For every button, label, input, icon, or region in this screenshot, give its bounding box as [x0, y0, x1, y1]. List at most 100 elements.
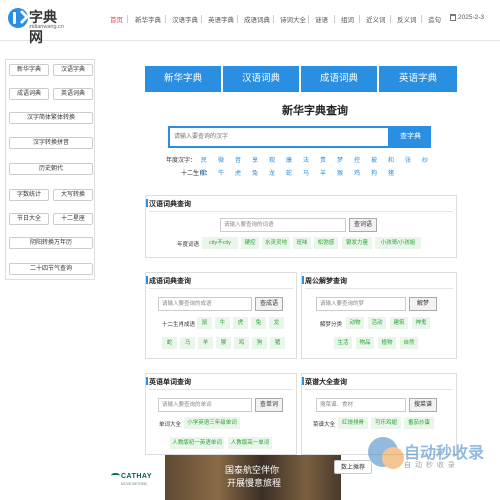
year-char[interactable]: 纱 — [422, 155, 428, 164]
english-search-button[interactable]: 查单词 — [255, 398, 283, 412]
zodiac-char[interactable]: 虎 — [235, 168, 241, 177]
tab-hanyu[interactable]: 汉语词典 — [223, 66, 299, 92]
sidebar-item-xinhua[interactable]: 新华字典 — [9, 64, 49, 76]
chengyu-chip[interactable]: 鸡 — [234, 337, 249, 349]
sidebar-item-xingzuo[interactable]: 十二星座 — [53, 213, 93, 225]
year-char[interactable]: 康 — [286, 155, 292, 164]
nav-chengyu[interactable]: 成语词典 — [244, 14, 270, 24]
nav-xinhua[interactable]: 新华字典 — [135, 14, 161, 24]
tab-xinhua[interactable]: 新华字典 — [145, 66, 221, 92]
chengyu-search-button[interactable]: 查成语 — [255, 297, 283, 311]
ci-chip[interactable]: city不city — [202, 237, 238, 249]
chengyu-search-input[interactable]: 请输入要查询的成语 — [158, 297, 252, 311]
year-char[interactable]: 张 — [405, 155, 411, 164]
sidebar-item-jieqi[interactable]: 二十四节气查询 — [9, 263, 93, 275]
ci-chip[interactable]: 银发力量 — [342, 237, 372, 249]
chengyu-chip[interactable]: 蛇 — [162, 337, 177, 349]
sidebar-item-yingyu[interactable]: 英语词典 — [53, 88, 93, 100]
dream-chip[interactable]: 活动 — [368, 317, 386, 329]
sidebar-item-jianfan[interactable]: 汉字简体繁体转换 — [9, 112, 93, 124]
chengyu-chip[interactable]: 狗 — [252, 337, 267, 349]
ci-chip[interactable]: 松弛感 — [314, 237, 338, 249]
nav-miyu[interactable]: 谜语 — [315, 14, 328, 24]
sidebar-item-chaodai[interactable]: 历史朝代 — [9, 163, 93, 175]
site-logo[interactable]: 字典网 zidianwang.cn — [8, 6, 70, 45]
chengyu-chip[interactable]: 羊 — [198, 337, 213, 349]
recipe-search-input[interactable]: 搜菜谱、食材 — [316, 398, 406, 412]
zodiac-char[interactable]: 羊 — [320, 168, 326, 177]
search-input[interactable] — [170, 128, 388, 146]
ad-cta-button[interactable]: 数上摊荐 — [334, 460, 372, 474]
year-char[interactable]: 民 — [201, 155, 207, 164]
chengyu-chip[interactable]: 虎 — [233, 317, 248, 329]
sidebar-item-jieri[interactable]: 节日大全 — [9, 213, 49, 225]
sidebar-item-pinyin[interactable]: 汉字转换拼音 — [9, 137, 93, 149]
zodiac-char[interactable]: 猪 — [388, 168, 394, 177]
zodiac-char[interactable]: 蛇 — [286, 168, 292, 177]
sidebar-item-daxie[interactable]: 大写转换 — [53, 189, 93, 201]
sidebar-item-hanyu[interactable]: 汉语字典 — [53, 64, 93, 76]
nav-hanyu-zidian[interactable]: 汉语字典 — [172, 14, 198, 24]
zodiac-char[interactable]: 鸡 — [354, 168, 360, 177]
year-char[interactable]: 音 — [235, 155, 241, 164]
dream-chip[interactable]: 动物 — [346, 317, 364, 329]
ci-chip[interactable]: 班味 — [293, 237, 311, 249]
ad-banner[interactable]: CATHAY MOVE BEYOND 国泰航空伴你 开展慢意旅程 — [107, 455, 341, 500]
ci-chip[interactable]: 水灵灵地 — [262, 237, 290, 249]
nav-shici[interactable]: 诗词大全 — [280, 14, 306, 24]
chengyu-chip[interactable]: 猴 — [216, 337, 231, 349]
english-chip[interactable]: 小学英语三年级单词 — [184, 417, 240, 429]
ci-chip[interactable]: 小孩哥/小孩姐 — [375, 237, 421, 249]
zodiac-char[interactable]: 猴 — [337, 168, 343, 177]
sidebar-item-chengyu[interactable]: 成语词典 — [9, 88, 49, 100]
tab-yingyu[interactable]: 英语字典 — [379, 66, 457, 92]
dream-chip[interactable]: 物品 — [356, 337, 374, 349]
zodiac-char[interactable]: 狗 — [371, 168, 377, 177]
search-button[interactable]: 查字典 — [390, 126, 431, 148]
recipe-chip[interactable]: 可乐鸡翅 — [371, 417, 401, 429]
year-char[interactable]: 观 — [269, 155, 275, 164]
chengyu-chip[interactable]: 猪 — [270, 337, 285, 349]
year-char[interactable]: 控 — [354, 155, 360, 164]
chengyu-chip[interactable]: 鼠 — [197, 317, 212, 329]
dream-chip[interactable]: 建筑 — [390, 317, 408, 329]
ci-search-button[interactable]: 查词语 — [349, 218, 377, 232]
recipe-chip[interactable]: 红烧排骨 — [338, 417, 368, 429]
year-char[interactable]: 法 — [303, 155, 309, 164]
dream-chip[interactable]: 植物 — [378, 337, 396, 349]
year-char[interactable]: 享 — [252, 155, 258, 164]
tab-chengyu[interactable]: 成语词典 — [301, 66, 377, 92]
sidebar-item-zishu[interactable]: 字数统计 — [9, 189, 49, 201]
english-search-input[interactable]: 请输入要查询的单词 — [158, 398, 252, 412]
zodiac-char[interactable]: 龙 — [269, 168, 275, 177]
dream-search-input[interactable]: 请输入要查询的梦 — [316, 297, 406, 311]
chengyu-chip[interactable]: 兔 — [251, 317, 266, 329]
english-chip[interactable]: 人教版初一英语单词 — [170, 437, 224, 449]
year-char[interactable]: 梦 — [337, 155, 343, 164]
nav-home[interactable]: 首页 — [110, 14, 123, 24]
chengyu-chip[interactable]: 马 — [180, 337, 195, 349]
nav-zaoju[interactable]: 造句 — [428, 14, 441, 24]
zodiac-char[interactable]: 鼠 — [201, 168, 207, 177]
ci-search-input[interactable]: 请输入要查询的词语 — [220, 218, 346, 232]
dream-chip[interactable]: 自然 — [400, 337, 418, 349]
nav-jinyici[interactable]: 近义词 — [366, 14, 386, 24]
year-char[interactable]: 和 — [388, 155, 394, 164]
zodiac-char[interactable]: 马 — [303, 168, 309, 177]
english-chip[interactable]: 人教版高一单词 — [228, 437, 272, 449]
recipe-search-button[interactable]: 搜菜谱 — [409, 398, 437, 412]
chengyu-chip[interactable]: 龙 — [269, 317, 284, 329]
zodiac-char[interactable]: 牛 — [218, 168, 224, 177]
year-char[interactable]: 被 — [371, 155, 377, 164]
nav-fanyici[interactable]: 反义词 — [397, 14, 417, 24]
year-char[interactable]: 贵 — [320, 155, 326, 164]
chengyu-chip[interactable]: 牛 — [215, 317, 230, 329]
dream-chip[interactable]: 生活 — [334, 337, 352, 349]
dream-search-button[interactable]: 解梦 — [409, 297, 437, 311]
zodiac-char[interactable]: 兔 — [252, 168, 258, 177]
year-char[interactable]: 微 — [218, 155, 224, 164]
dream-chip[interactable]: 神鬼 — [412, 317, 430, 329]
ci-chip[interactable]: 硬控 — [241, 237, 259, 249]
sidebar-item-wannianli[interactable]: 阴阳转换万年历 — [9, 237, 93, 249]
recipe-chip[interactable]: 番茄炒蛋 — [404, 417, 434, 429]
